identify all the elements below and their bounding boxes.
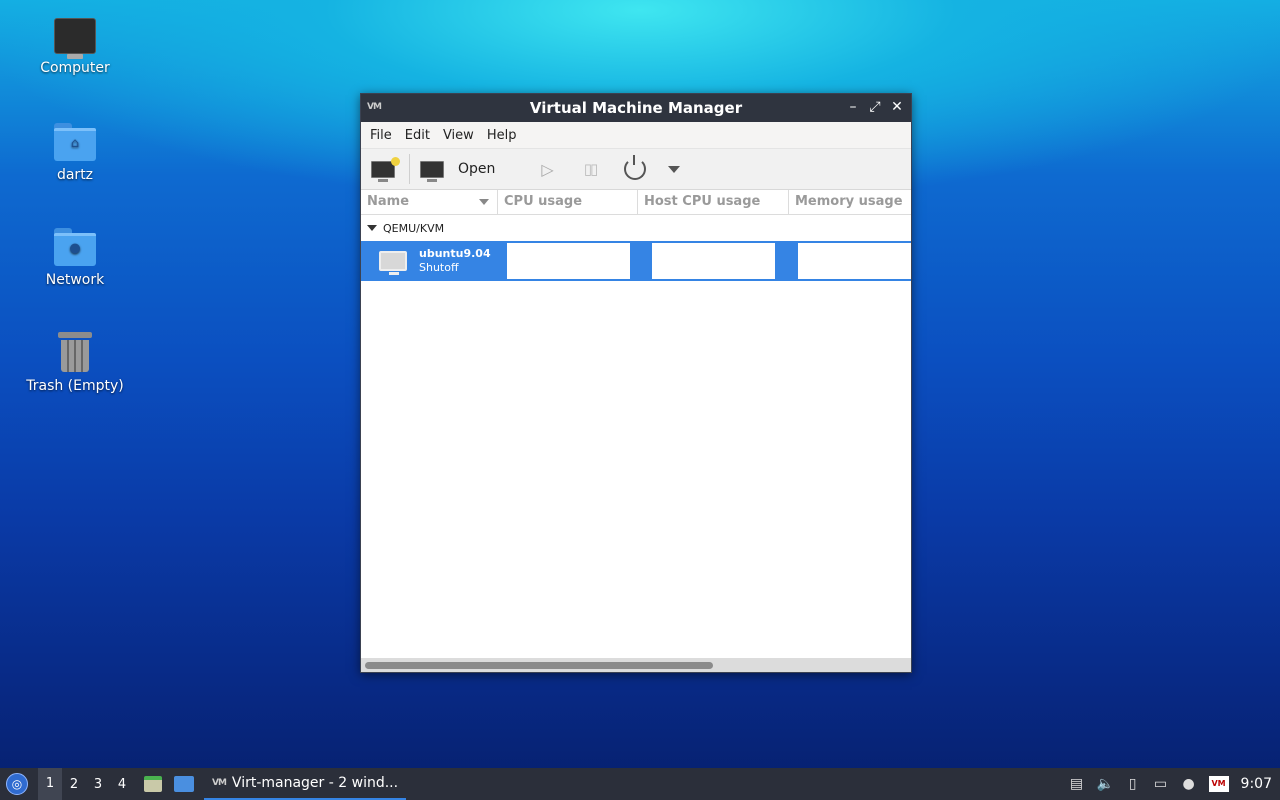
clipboard-icon[interactable]: ▤ [1069, 776, 1085, 792]
workspace-1[interactable]: 1 [38, 768, 62, 800]
minimize-button[interactable]: – [845, 98, 861, 116]
menubar: File Edit View Help [361, 122, 911, 149]
open-label: Open [458, 161, 496, 177]
column-name-label: Name [367, 194, 410, 209]
cpu-usage-graph [507, 243, 630, 279]
column-header: Name CPU usage Host CPU usage Memory usa… [361, 190, 911, 215]
host-cpu-usage-graph [652, 243, 775, 279]
column-memory-usage[interactable]: Memory usage [789, 190, 911, 214]
computer-icon [54, 18, 96, 59]
desktop-icon-label: Trash (Empty) [26, 378, 124, 394]
connection-label: QEMU/KVM [383, 221, 445, 235]
vmm-window: VM Virtual Machine Manager – ⤢ ✕ File Ed… [360, 93, 912, 673]
scrollbar-thumb[interactable] [365, 662, 713, 669]
virt-manager-task-icon: VM [212, 778, 227, 788]
workspace-2[interactable]: 2 [62, 777, 86, 792]
new-vm-button[interactable] [371, 153, 400, 185]
menu-file[interactable]: File [369, 128, 399, 143]
expander-icon[interactable] [367, 225, 377, 231]
menu-help[interactable]: Help [486, 128, 524, 143]
desktop-icon-trash[interactable]: Trash (Empty) [15, 332, 135, 394]
desktop-icon-network[interactable]: ● Network [15, 228, 135, 288]
menu-edit[interactable]: Edit [404, 128, 437, 143]
sort-arrow-icon [479, 199, 489, 205]
column-host-cpu-usage[interactable]: Host CPU usage [638, 190, 789, 214]
workspace-3[interactable]: 3 [86, 777, 110, 792]
power-dropdown-chevron-icon[interactable] [668, 165, 681, 173]
desktop-icon-label: Network [45, 272, 105, 288]
open-button[interactable]: Open [420, 153, 495, 185]
taskbar-task-virt-manager[interactable]: VM Virt-manager - 2 wind... [204, 768, 407, 800]
network-folder-icon: ● [54, 228, 96, 266]
horizontal-scrollbar[interactable] [361, 658, 911, 672]
clock[interactable]: 9:07 [1241, 776, 1272, 792]
window-titlebar[interactable]: VM Virtual Machine Manager – ⤢ ✕ [361, 94, 911, 122]
desktop-icon-home[interactable]: ⌂ dartz [15, 123, 135, 183]
connection-row[interactable]: QEMU/KVM [361, 215, 911, 241]
task-label: Virt-manager - 2 wind... [231, 775, 399, 791]
notification-icon[interactable]: ● [1181, 776, 1197, 792]
pause-icon[interactable]: ▯▯ [584, 160, 598, 178]
taskbar: ◎ 1 2 3 4 VM Virt-manager - 2 wind... ▤ … [0, 768, 1280, 800]
vmm-tray-icon[interactable]: VM [1208, 776, 1229, 792]
vm-monitor-icon [379, 251, 407, 275]
vm-status: Shutoff [419, 261, 459, 274]
maximize-button[interactable]: ⤢ [867, 98, 883, 116]
menu-view[interactable]: View [442, 128, 481, 143]
power-icon[interactable] [624, 155, 647, 180]
show-desktop-icon [174, 776, 194, 792]
home-folder-icon: ⌂ [54, 123, 96, 161]
workspace-4[interactable]: 4 [110, 777, 134, 792]
volume-icon[interactable]: 🔈 [1097, 776, 1114, 792]
file-manager-launcher[interactable] [144, 768, 162, 800]
toolbar-separator [409, 154, 410, 184]
run-icon[interactable]: ▷ [541, 160, 553, 179]
column-memory-label: Memory usage [795, 194, 903, 209]
show-desktop-launcher[interactable] [174, 768, 194, 800]
desktop-icon-label: dartz [56, 167, 94, 183]
desktop-icon-computer[interactable]: Computer [15, 18, 135, 76]
file-manager-icon [144, 776, 162, 792]
column-cpu-label: CPU usage [504, 194, 583, 209]
network-icon[interactable]: ▭ [1153, 776, 1169, 792]
column-cpu-usage[interactable]: CPU usage [498, 190, 638, 214]
new-vm-icon [371, 156, 400, 182]
window-title: Virtual Machine Manager [529, 99, 743, 117]
system-tray: ▤ 🔈 ▯ ▭ ● VM 9:07 [1069, 776, 1280, 792]
toolbar: Open ▷ ▯▯ [361, 149, 911, 190]
memory-usage-graph [798, 243, 911, 279]
vm-row[interactable]: ubuntu9.04 Shutoff [361, 241, 911, 281]
close-button[interactable]: ✕ [889, 98, 905, 116]
column-name[interactable]: Name [361, 190, 498, 214]
trash-icon [58, 332, 92, 372]
notes-icon[interactable]: ▯ [1125, 776, 1141, 792]
column-host-cpu-label: Host CPU usage [644, 194, 761, 209]
desktop-icon-label: Computer [40, 60, 110, 76]
start-menu-icon[interactable]: ◎ [6, 773, 28, 795]
vm-name: ubuntu9.04 [419, 247, 491, 260]
monitor-icon [420, 160, 444, 182]
